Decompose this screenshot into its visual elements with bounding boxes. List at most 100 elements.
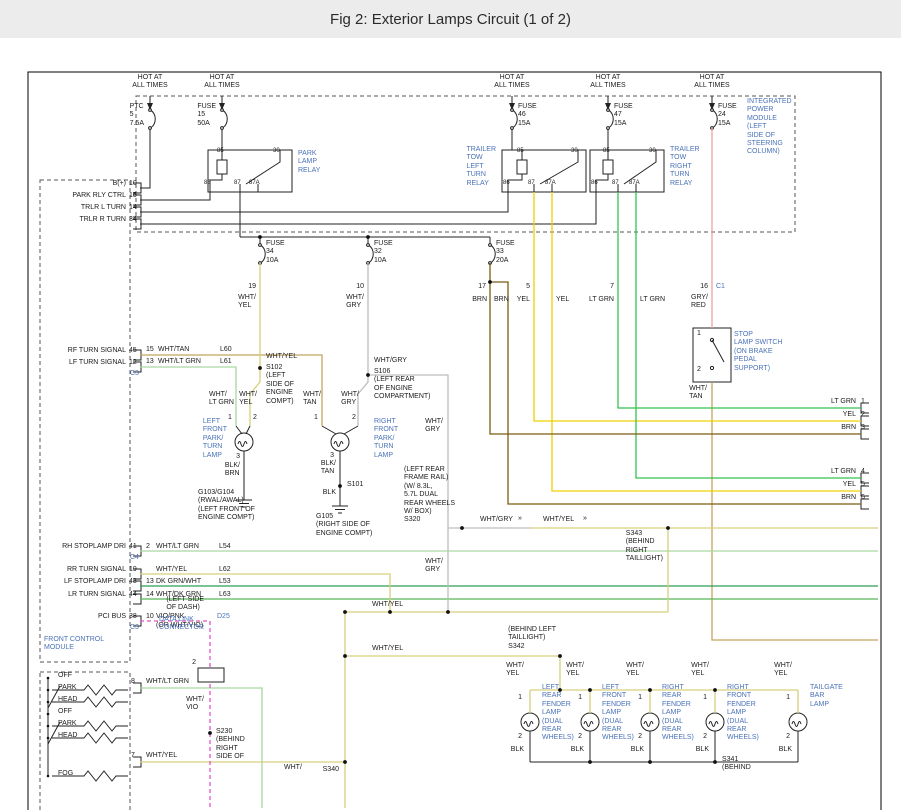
right-pin-number: 2 [861, 411, 865, 419]
park-lamp-relay-label: PARK LAMP RELAY [298, 150, 320, 175]
fcm-pin-label: LR TURN SIGNAL [68, 591, 126, 599]
lamp-pin-2: 2 [578, 733, 582, 741]
right-pin-number: 5 [861, 481, 865, 489]
wire-wht-gry-label: WHT/GRY [374, 357, 407, 365]
fuse-ptc5-label: PTC 5 7.5A [130, 103, 144, 128]
wire-name-change-chevron: » [583, 515, 587, 523]
relay-pin-85: 85 [217, 148, 224, 155]
fcm-pin-number: 12 [129, 359, 137, 367]
wire-wht-yel-label: WHT/YEL [146, 752, 177, 760]
right-pin-number: 4 [861, 468, 865, 476]
wire-name-change-chevron: » [518, 515, 522, 523]
fuse-34-label: FUSE 34 10A [266, 240, 285, 265]
relay-pin-30: 30 [571, 148, 578, 155]
relay-pin-87: 87 [612, 180, 619, 187]
right-pin-number: 3 [861, 424, 865, 432]
colored-wires [140, 128, 878, 808]
left-front-fender-lamp-label: LEFT FRONT FENDER LAMP (DUAL REAR WHEELS… [602, 684, 634, 743]
relay-pin-86: 86 [591, 180, 598, 187]
fcm-pin-label: LF TURN SIGNAL [69, 359, 126, 367]
wire-wht-yel-label: WHT/ YEL [774, 662, 792, 679]
splice-s230-label: S230 (BEHIND RIGHT SIDE OF [216, 728, 245, 762]
hls-pin-7: 7 [131, 752, 135, 760]
hls-position: PARK [58, 684, 77, 692]
wire-wht-gry-label: WHT/ GRY [425, 558, 443, 575]
wire-wht-cut-label: WHT/ [284, 764, 302, 772]
relay-pin-86: 86 [503, 180, 510, 187]
relay-pin-85: 85 [603, 148, 610, 155]
splice-s343-label: S343 (BEHIND RIGHT TAILLIGHT) [626, 530, 663, 564]
lamp-pin-2: 2 [638, 733, 642, 741]
switch-pin-2: 2 [697, 366, 701, 374]
fcm-pin-number: 15 [129, 192, 137, 200]
right-rear-fender-lamp-icon [641, 713, 659, 731]
wire-pin-13: 13 [146, 358, 154, 366]
wire-blk-label: BLK [323, 489, 336, 497]
connector-c1: C1 [716, 283, 725, 291]
wire-yel-label: YEL [556, 296, 569, 304]
splice-s101-label: S101 [347, 481, 363, 489]
lamp-pin-1: 1 [578, 694, 582, 702]
wire-wht-lt-grn-label: WHT/ LT GRN [209, 391, 234, 408]
fcm-pin-label: TRLR R TURN [79, 216, 126, 224]
wire-pin-14: 14 [146, 591, 154, 599]
relay-pin-85: 85 [517, 148, 524, 155]
wire-wht-gry-label: WHT/ GRY [425, 418, 443, 435]
relay-pin-86: 86 [204, 180, 211, 187]
fcm-connector-c4: C4 [130, 554, 139, 562]
lamp-pin-2: 2 [352, 414, 356, 422]
wire-wht-yel-label: WHT/YEL [543, 516, 574, 524]
wire-lt-grn-label: LT GRN [640, 296, 665, 304]
fcm-pin-label: RR TURN SIGNAL [67, 566, 126, 574]
dlc-pin-2: 2 [192, 659, 196, 667]
wire-dk-grn-wht-label: DK GRN/WHT [156, 578, 201, 586]
circuit-l53: L53 [219, 578, 231, 586]
connector-brackets [133, 183, 869, 767]
front-control-module-label: FRONT CONTROL MODULE [44, 636, 104, 653]
fcm-pin-number: 38 [129, 613, 137, 621]
wire-pin-5: 5 [526, 283, 530, 291]
circuit-l62: L62 [219, 566, 231, 574]
hls-position: HEAD [58, 696, 77, 704]
hot-label: HOT AT ALL TIMES [132, 74, 167, 91]
lamp-pin-2: 2 [518, 733, 522, 741]
circuit-d25: D25 [217, 613, 230, 621]
wire-blk-label: BLK [696, 746, 709, 754]
fcm-connector-c3: C3 [130, 370, 139, 378]
right-pin-number: 6 [861, 494, 865, 502]
trailer-tow-left-relay-label: TRAILER TOW LEFT TURN RELAY [466, 146, 496, 188]
right-front-fender-lamp-label: RIGHT FRONT FENDER LAMP (DUAL REAR WHEEL… [727, 684, 759, 743]
wire-wht-gry-label: WHT/ GRY [346, 294, 364, 311]
relay-pin-87a: 87A [249, 180, 260, 187]
fcm-pin-label: B(+) [113, 180, 126, 188]
lamp-pin-1: 1 [314, 414, 318, 422]
wire-wht-yel-label: WHT/YEL [372, 601, 403, 609]
wire-wht-yel-label: WHT/YEL [372, 645, 403, 653]
trailer-tow-right-relay-label: TRAILER TOW RIGHT TURN RELAY [670, 146, 700, 188]
fuse-46-label: FUSE 46 15A [518, 103, 537, 128]
wire-wht-yel-label: WHT/YEL [156, 566, 187, 574]
wire-brn [490, 263, 861, 504]
wire-brn-label: BRN [494, 296, 509, 304]
integrated-power-module-label: INTEGRATED POWER MODULE (LEFT SIDE OF ST… [747, 98, 792, 157]
wire-wht-yel-label: WHT/ YEL [506, 662, 524, 679]
wire-wht-yel-label: WHT/ YEL [239, 391, 257, 408]
wire-pin-16: 16 [700, 283, 708, 291]
dlc-location-label: (LEFT SIDE OF DASH) [166, 596, 204, 613]
front-control-module-box [40, 180, 130, 662]
lamp-pin-1: 1 [638, 694, 642, 702]
relay-pin-87: 87 [528, 180, 535, 187]
ground-g105-label: G105 (RIGHT SIDE OF ENGINE COMPT) [316, 513, 372, 538]
splice-s102-label: S102 (LEFT SIDE OF ENGINE COMPT) [266, 364, 294, 406]
fcm-pin-number: 45 [129, 347, 137, 355]
wire-wht-lt-grn-label: WHT/LT GRN [146, 678, 189, 686]
lamp-pin-3: 3 [236, 453, 240, 461]
wire-wht-tan-label: WHT/TAN [158, 346, 189, 354]
wire-vio-pnk [140, 621, 210, 808]
splice-s106-label: S106 (LEFT REAR OF ENGINE COMPARTMENT) [374, 368, 431, 402]
relay-pin-87: 87 [234, 180, 241, 187]
switch-pin-1: 1 [697, 330, 701, 338]
right-pin-name: YEL [843, 481, 856, 489]
wire-blk-label: BLK [779, 746, 792, 754]
circuit-l63: L63 [219, 591, 231, 599]
